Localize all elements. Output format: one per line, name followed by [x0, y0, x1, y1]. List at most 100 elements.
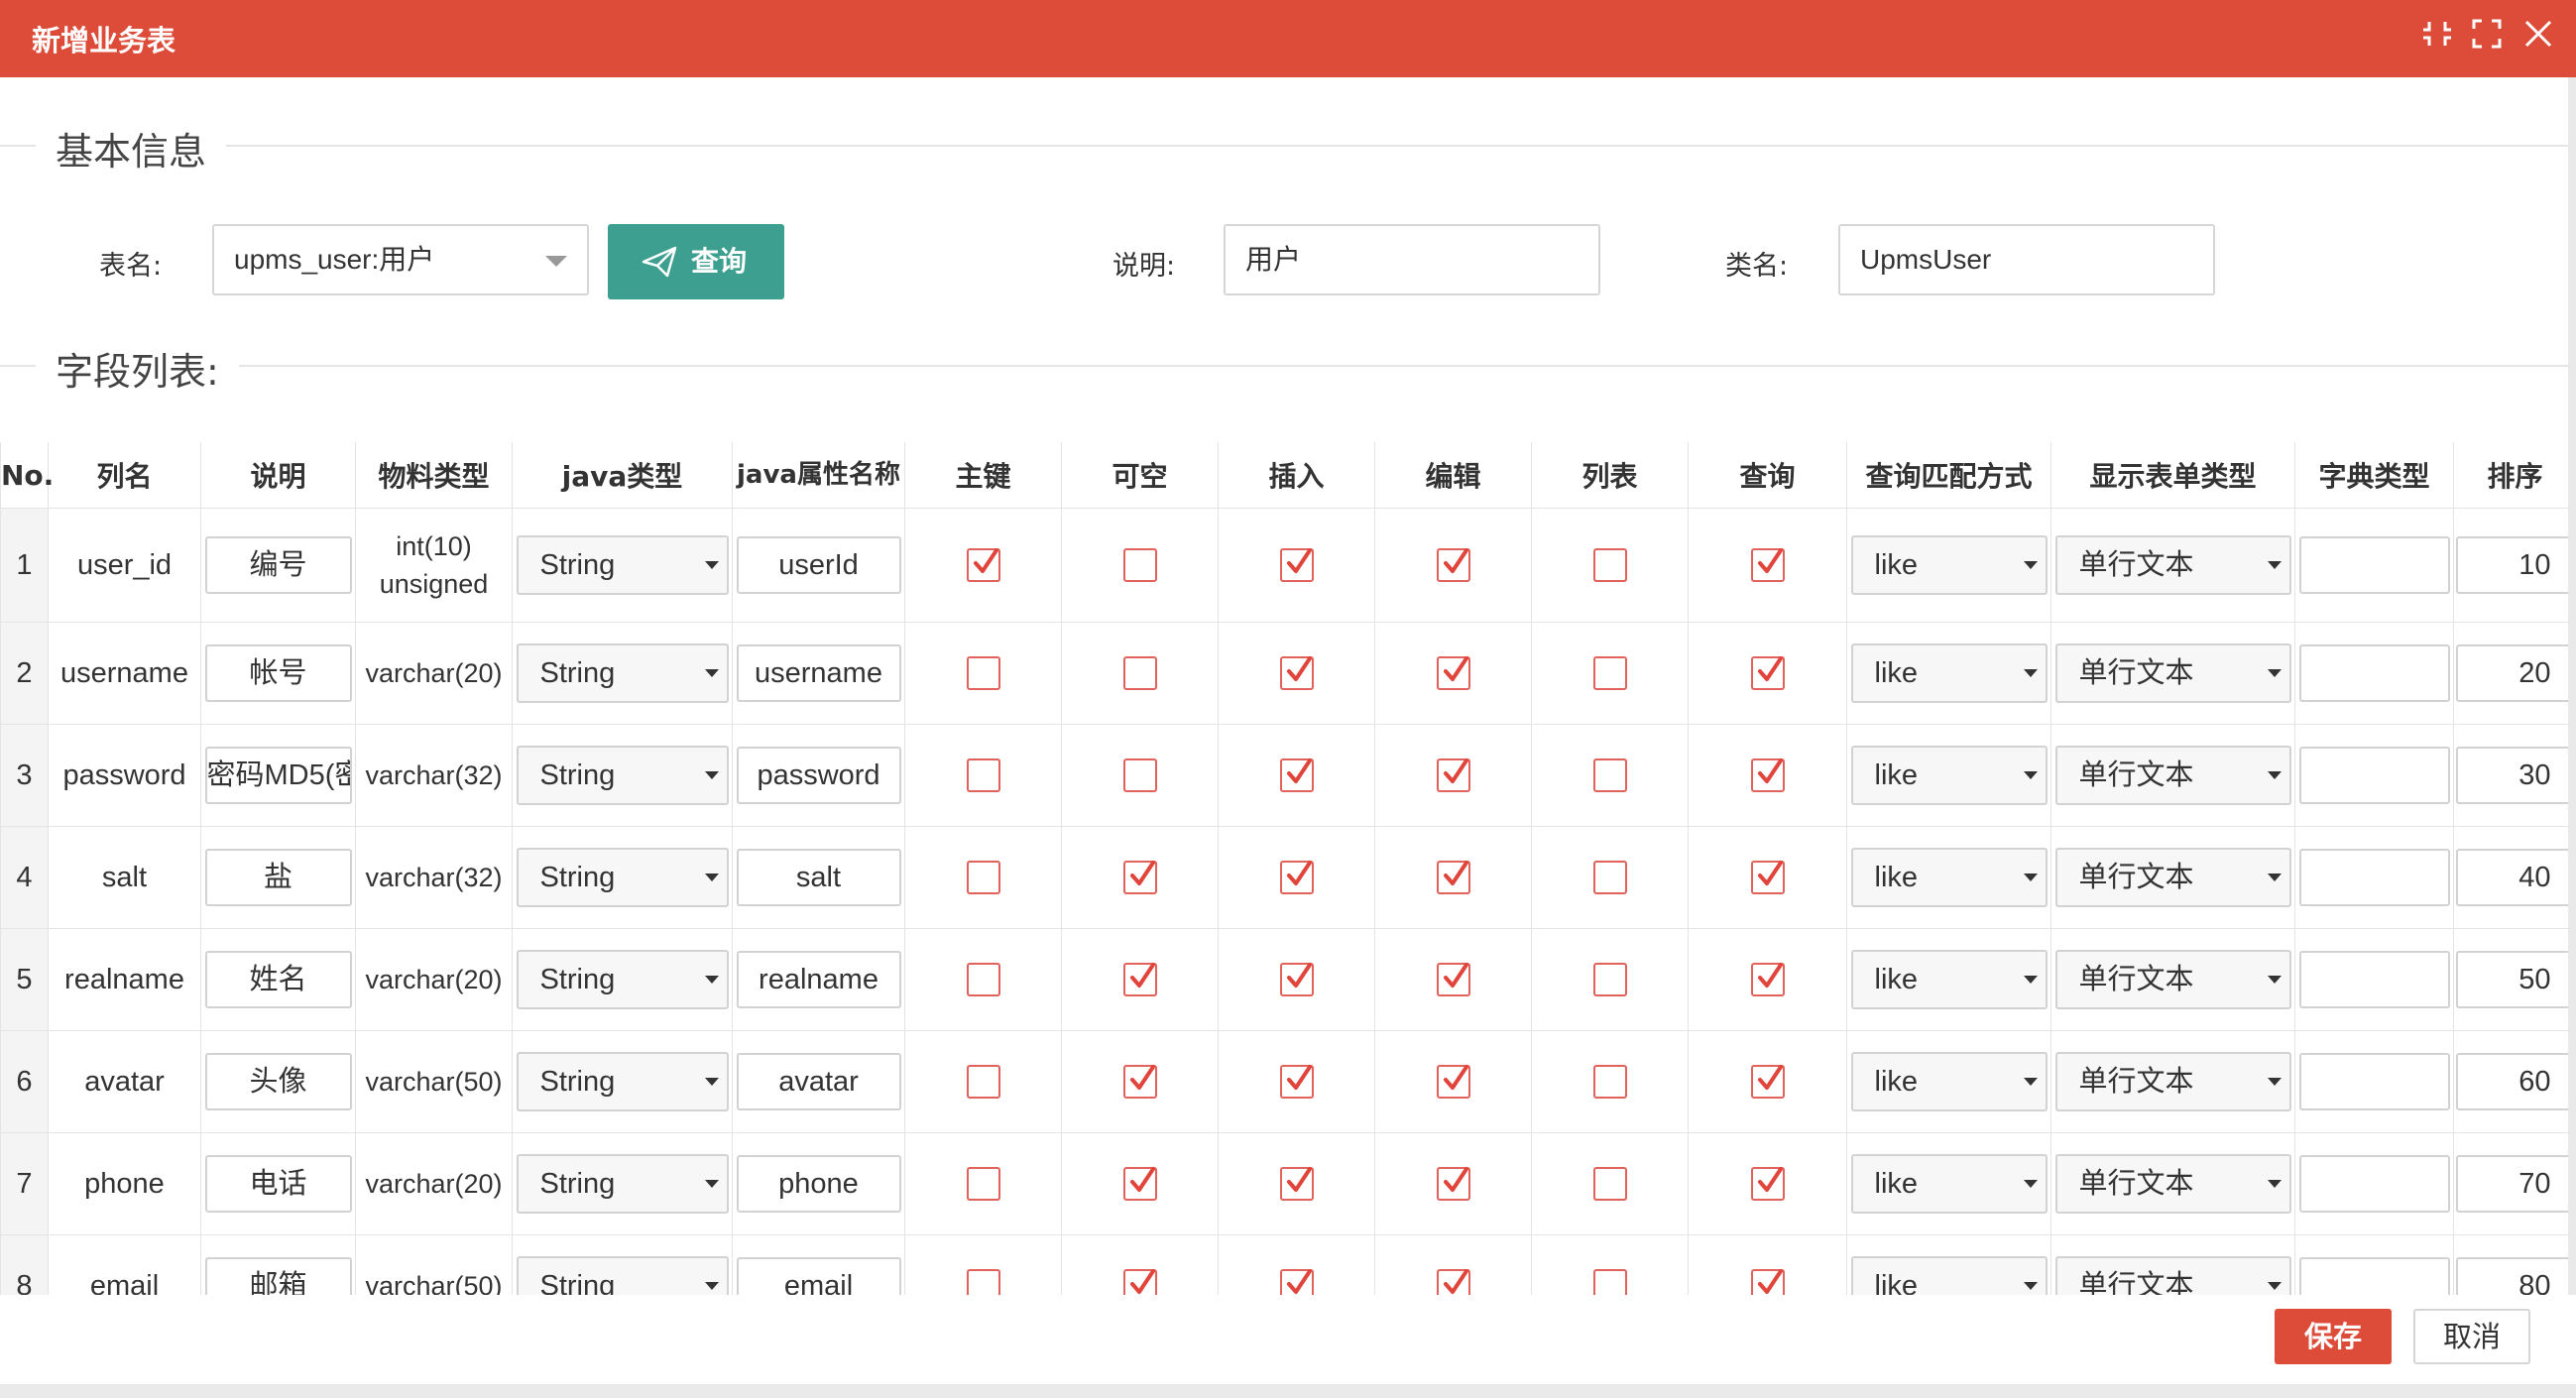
java-prop-field[interactable]: password — [736, 747, 901, 804]
nullable-checkbox[interactable] — [1122, 548, 1157, 583]
query-checkbox[interactable] — [1750, 1167, 1785, 1202]
pk-checkbox[interactable] — [966, 861, 1000, 895]
desc-field[interactable]: 帐号 — [204, 644, 352, 702]
java-prop-field[interactable]: username — [736, 644, 901, 702]
save-button[interactable]: 保存 — [2275, 1309, 2392, 1364]
nullable-checkbox[interactable] — [1122, 861, 1157, 895]
query-checkbox[interactable] — [1750, 1065, 1785, 1100]
edit-checkbox[interactable] — [1436, 1269, 1470, 1295]
sort-field[interactable]: 70 — [2455, 1155, 2575, 1213]
list-checkbox[interactable] — [1592, 963, 1627, 997]
insert-checkbox[interactable] — [1279, 1167, 1314, 1202]
pk-checkbox[interactable] — [966, 1269, 1000, 1295]
java-type-select[interactable]: String — [516, 1154, 729, 1214]
query-checkbox[interactable] — [1750, 548, 1785, 583]
pk-checkbox[interactable] — [966, 758, 1000, 793]
desc-field[interactable]: 密码MD5(密 — [204, 747, 352, 804]
sort-field[interactable]: 60 — [2455, 1053, 2575, 1110]
desc-field[interactable]: 头像 — [204, 1053, 352, 1110]
java-type-select[interactable]: String — [516, 643, 729, 703]
dict-type-field[interactable] — [2298, 1257, 2450, 1295]
desc-field[interactable]: 邮箱 — [204, 1257, 352, 1295]
list-checkbox[interactable] — [1592, 1167, 1627, 1202]
pk-checkbox[interactable] — [966, 1167, 1000, 1202]
edit-checkbox[interactable] — [1436, 548, 1470, 583]
dict-type-field[interactable] — [2298, 849, 2450, 906]
compress-icon[interactable] — [2419, 16, 2455, 52]
nullable-checkbox[interactable] — [1122, 1167, 1157, 1202]
nullable-checkbox[interactable] — [1122, 656, 1157, 691]
sort-field[interactable]: 20 — [2455, 644, 2575, 702]
java-type-select[interactable]: String — [516, 746, 729, 805]
nullable-checkbox[interactable] — [1122, 1065, 1157, 1100]
query-checkbox[interactable] — [1750, 861, 1785, 895]
query-button[interactable]: 查询 — [608, 224, 784, 299]
java-prop-field[interactable]: salt — [736, 849, 901, 906]
desc-input[interactable]: 用户 — [1224, 224, 1600, 295]
close-icon[interactable] — [2520, 16, 2556, 52]
match-select[interactable]: like — [1850, 746, 2048, 805]
dict-type-field[interactable] — [2298, 644, 2450, 702]
class-name-input[interactable]: UpmsUser — [1838, 224, 2215, 295]
pk-checkbox[interactable] — [966, 1065, 1000, 1100]
list-checkbox[interactable] — [1592, 1269, 1627, 1295]
list-checkbox[interactable] — [1592, 861, 1627, 895]
expand-icon[interactable] — [2469, 16, 2505, 52]
dict-type-field[interactable] — [2298, 1053, 2450, 1110]
nullable-checkbox[interactable] — [1122, 1269, 1157, 1295]
java-type-select[interactable]: String — [516, 1256, 729, 1295]
desc-field[interactable]: 盐 — [204, 849, 352, 906]
cancel-button[interactable]: 取消 — [2413, 1309, 2530, 1364]
java-prop-field[interactable]: realname — [736, 951, 901, 1008]
match-select[interactable]: like — [1850, 643, 2048, 703]
query-checkbox[interactable] — [1750, 1269, 1785, 1295]
insert-checkbox[interactable] — [1279, 861, 1314, 895]
pk-checkbox[interactable] — [966, 656, 1000, 691]
edit-checkbox[interactable] — [1436, 861, 1470, 895]
java-type-select[interactable]: String — [516, 950, 729, 1009]
edit-checkbox[interactable] — [1436, 1065, 1470, 1100]
java-prop-field[interactable]: userId — [736, 536, 901, 594]
insert-checkbox[interactable] — [1279, 548, 1314, 583]
fields-table-scroll[interactable]: No. 列名 说明 物料类型 java类型 java属性名称 主键 可空 插入 编辑 列表 查询 查询匹… — [0, 442, 2576, 1295]
match-select[interactable]: like — [1850, 848, 2048, 907]
dict-type-field[interactable] — [2298, 536, 2450, 594]
list-checkbox[interactable] — [1592, 1065, 1627, 1100]
form-type-select[interactable]: 单行文本 — [2054, 1256, 2291, 1295]
pk-checkbox[interactable] — [966, 548, 1000, 583]
sort-field[interactable]: 50 — [2455, 951, 2575, 1008]
form-type-select[interactable]: 单行文本 — [2054, 746, 2291, 805]
match-select[interactable]: like — [1850, 1154, 2048, 1214]
edit-checkbox[interactable] — [1436, 758, 1470, 793]
java-prop-field[interactable]: avatar — [736, 1053, 901, 1110]
form-type-select[interactable]: 单行文本 — [2054, 535, 2291, 595]
list-checkbox[interactable] — [1592, 656, 1627, 691]
match-select[interactable]: like — [1850, 950, 2048, 1009]
dict-type-field[interactable] — [2298, 747, 2450, 804]
edit-checkbox[interactable] — [1436, 1167, 1470, 1202]
form-type-select[interactable]: 单行文本 — [2054, 1052, 2291, 1111]
form-type-select[interactable]: 单行文本 — [2054, 643, 2291, 703]
match-select[interactable]: like — [1850, 535, 2048, 595]
java-type-select[interactable]: String — [516, 535, 729, 595]
java-prop-field[interactable]: phone — [736, 1155, 901, 1213]
pk-checkbox[interactable] — [966, 963, 1000, 997]
query-checkbox[interactable] — [1750, 656, 1785, 691]
insert-checkbox[interactable] — [1279, 1269, 1314, 1295]
query-checkbox[interactable] — [1750, 758, 1785, 793]
sort-field[interactable]: 30 — [2455, 747, 2575, 804]
java-prop-field[interactable]: email — [736, 1257, 901, 1295]
form-type-select[interactable]: 单行文本 — [2054, 1154, 2291, 1214]
list-checkbox[interactable] — [1592, 548, 1627, 583]
table-name-select[interactable]: upms_user:用户 — [212, 224, 589, 295]
insert-checkbox[interactable] — [1279, 758, 1314, 793]
sort-field[interactable]: 40 — [2455, 849, 2575, 906]
dict-type-field[interactable] — [2298, 1155, 2450, 1213]
sort-field[interactable]: 80 — [2455, 1257, 2575, 1295]
query-checkbox[interactable] — [1750, 963, 1785, 997]
java-type-select[interactable]: String — [516, 1052, 729, 1111]
edit-checkbox[interactable] — [1436, 963, 1470, 997]
insert-checkbox[interactable] — [1279, 656, 1314, 691]
sort-field[interactable]: 10 — [2455, 536, 2575, 594]
match-select[interactable]: like — [1850, 1256, 2048, 1295]
